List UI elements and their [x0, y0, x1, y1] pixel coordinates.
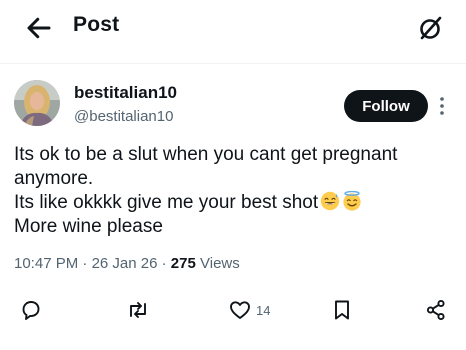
views-label: Views — [200, 255, 240, 272]
header-divider — [0, 63, 466, 64]
meta-separator: · — [161, 255, 167, 272]
post-date[interactable]: 26 Jan 26 — [92, 255, 158, 272]
like-button[interactable]: 14 — [228, 295, 270, 325]
post-text-line: Its like okkkk give me your best shot — [14, 191, 454, 215]
page-title: Post — [73, 13, 120, 36]
meta-separator: · — [82, 255, 88, 272]
grok-button[interactable] — [416, 13, 446, 43]
share-icon — [426, 299, 445, 321]
post-text-segment: Its like okkkk give me your best shot — [14, 192, 319, 213]
views-count[interactable]: 275 — [171, 255, 196, 272]
more-options-button[interactable] — [434, 93, 450, 119]
header: Post — [0, 0, 466, 56]
repost-icon — [130, 302, 146, 318]
avatar[interactable] — [14, 80, 60, 126]
grinning-sweat-emoji — [320, 191, 340, 211]
smiling-halo-emoji — [343, 191, 361, 211]
display-name[interactable]: bestitalian10 — [74, 83, 177, 103]
post-body: Its ok to be a slut when you cant get pr… — [14, 143, 454, 239]
reply-icon — [22, 301, 40, 320]
share-button[interactable] — [424, 295, 448, 325]
grok-icon — [420, 16, 442, 40]
user-handle[interactable]: @bestitalian10 — [74, 108, 173, 125]
reply-button[interactable] — [19, 295, 43, 325]
post-time[interactable]: 10:47 PM — [14, 255, 78, 272]
bookmark-icon — [335, 300, 349, 320]
action-bar: 14 — [0, 290, 466, 330]
repost-button[interactable] — [126, 295, 150, 325]
avatar-image — [14, 80, 60, 126]
like-icon — [230, 301, 250, 319]
post-text-line: anymore. — [14, 168, 94, 189]
like-count: 14 — [256, 302, 271, 318]
bookmark-button[interactable] — [330, 295, 354, 325]
back-button[interactable] — [24, 13, 54, 43]
post-text-line: More wine please — [14, 216, 163, 237]
more-icon — [440, 97, 444, 115]
follow-button[interactable]: Follow — [344, 90, 428, 122]
back-arrow-icon — [27, 17, 51, 39]
post-text-line: Its ok to be a slut when you cant get pr… — [14, 144, 398, 165]
post-meta: 10:47 PM · 26 Jan 26 · 275 Views — [14, 255, 240, 272]
